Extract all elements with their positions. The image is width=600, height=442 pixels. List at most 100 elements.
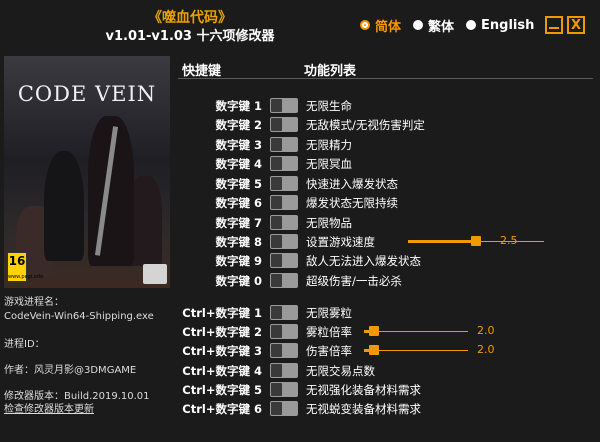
- lang-option-simplified[interactable]: 简体: [360, 16, 401, 35]
- cheat-label: 无限雾粒: [306, 306, 352, 320]
- value-slider[interactable]: [364, 326, 468, 336]
- function-column-header: 功能列表: [304, 64, 357, 79]
- cheat-toggle[interactable]: [270, 382, 298, 397]
- hotkey-label: 数字键 8: [215, 235, 262, 249]
- check-update-link[interactable]: 检查修改器版本更新: [4, 403, 94, 416]
- cheat-toggle[interactable]: [270, 363, 298, 378]
- cover-logo: CODE VEIN: [17, 82, 157, 106]
- lang-label-traditional: 繁体: [428, 19, 455, 35]
- cheat-row: 数字键 6 爆发状态无限持续: [178, 193, 593, 212]
- cheat-label: 无限生命: [306, 99, 352, 113]
- cheat-row: Ctrl+数字键 4 无限交易点数: [178, 361, 593, 380]
- cheat-toggle[interactable]: [270, 401, 298, 416]
- cheat-label: 无限交易点数: [306, 364, 375, 378]
- hotkey-label: Ctrl+数字键 4: [182, 364, 262, 378]
- cheat-label: 无视蜕变装备材料需求: [306, 402, 421, 416]
- build-version: 修改器版本：Build.2019.10.01: [4, 391, 150, 402]
- cheat-toggle[interactable]: [270, 253, 298, 268]
- cheat-toggle[interactable]: [270, 324, 298, 339]
- cheat-toggle[interactable]: [270, 343, 298, 358]
- cover-character: [44, 151, 84, 261]
- hotkey-label: Ctrl+数字键 5: [182, 383, 262, 397]
- cheat-row: 数字键 4 无限冥血: [178, 154, 593, 173]
- radio-icon: [413, 20, 424, 30]
- minimize-button[interactable]: [545, 16, 563, 34]
- hotkey-label: 数字键 9: [215, 254, 262, 268]
- cheat-toggle[interactable]: [270, 98, 298, 113]
- lang-option-english[interactable]: English: [466, 18, 534, 33]
- hotkey-label: 数字键 5: [215, 177, 262, 191]
- radio-icon: [466, 20, 477, 30]
- cheat-label: 快速进入爆发状态: [306, 177, 398, 191]
- cheat-label: 伤害倍率: [306, 344, 352, 358]
- game-title: 《噬血代码》: [148, 10, 232, 26]
- radio-selected-icon: [360, 20, 370, 30]
- language-selector: 简体 繁体 English: [360, 14, 546, 36]
- hotkey-label: Ctrl+数字键 1: [182, 306, 262, 320]
- cheat-row: 数字键 5 快速进入爆发状态: [178, 174, 593, 193]
- game-cover-image: CODE VEIN 16 www.pegi.info: [4, 56, 170, 288]
- hotkey-label: Ctrl+数字键 3: [182, 344, 262, 358]
- header-divider: [178, 78, 593, 79]
- lang-label-english: English: [481, 17, 535, 33]
- cheat-toggle[interactable]: [270, 156, 298, 171]
- hotkey-label: 数字键 6: [215, 196, 262, 210]
- cheat-label: 超级伤害/一击必杀: [306, 274, 402, 288]
- process-name: CodeVein-Win64-Shipping.exe: [4, 311, 154, 322]
- hotkey-label: Ctrl+数字键 6: [182, 402, 262, 416]
- slider-thumb[interactable]: [369, 345, 379, 355]
- cheat-toggle[interactable]: [270, 305, 298, 320]
- cheat-row: Ctrl+数字键 6 无视蜕变装备材料需求: [178, 399, 593, 418]
- slider-thumb[interactable]: [471, 236, 481, 246]
- slider-value: 2.0: [477, 343, 495, 356]
- cheat-toggle[interactable]: [270, 117, 298, 132]
- pid-label: 进程ID：: [4, 339, 45, 350]
- lang-label-simplified: 简体: [375, 19, 402, 35]
- cheat-label: 无限物品: [306, 216, 352, 230]
- cheat-row: 数字键 3 无限精力: [178, 135, 593, 154]
- hotkey-label: 数字键 2: [215, 118, 262, 132]
- slider-thumb[interactable]: [369, 326, 379, 336]
- cheat-label: 敌人无法进入爆发状态: [306, 254, 421, 268]
- cheat-toggle[interactable]: [270, 195, 298, 210]
- cheat-row: 数字键 2 无敌模式/无视伤害判定: [178, 115, 593, 134]
- publisher-logo: [143, 264, 167, 284]
- hotkey-label: 数字键 4: [215, 157, 262, 171]
- value-slider[interactable]: [408, 236, 544, 246]
- cheat-label: 雾粒倍率: [306, 325, 352, 339]
- cheat-label: 无限精力: [306, 138, 352, 152]
- slider-value: 2.5: [500, 234, 518, 247]
- age-rating-number: 16: [8, 254, 26, 268]
- hotkey-label: 数字键 1: [215, 99, 262, 113]
- hotkey-column-header: 快捷键: [182, 64, 222, 79]
- age-rating-site: www.pegi.info: [8, 274, 44, 280]
- cheat-row: Ctrl+数字键 2 雾粒倍率 2.0: [178, 322, 593, 341]
- process-label: 游戏进程名：: [4, 297, 64, 308]
- cheat-toggle[interactable]: [270, 137, 298, 152]
- version-title: v1.01-v1.03 十六项修改器: [105, 29, 275, 44]
- hotkey-label: 数字键 0: [215, 274, 262, 288]
- title-block: 《噬血代码》 v1.01-v1.03 十六项修改器: [70, 8, 310, 46]
- close-button[interactable]: X: [567, 16, 585, 34]
- cheat-label: 设置游戏速度: [306, 235, 375, 249]
- hotkey-label: Ctrl+数字键 2: [182, 325, 262, 339]
- author-text: 作者：风灵月影@3DMGAME: [4, 365, 137, 376]
- cheat-row: 数字键 7 无限物品: [178, 213, 593, 232]
- age-rating-badge: 16 www.pegi.info: [7, 252, 44, 282]
- slider-value: 2.0: [477, 324, 495, 337]
- cheat-label: 无敌模式/无视伤害判定: [306, 118, 425, 132]
- cheat-label: 爆发状态无限持续: [306, 196, 398, 210]
- cheat-label: 无限冥血: [306, 157, 352, 171]
- close-icon: X: [570, 17, 582, 33]
- value-slider[interactable]: [364, 345, 468, 355]
- hotkey-label: 数字键 7: [215, 216, 262, 230]
- cheat-row: Ctrl+数字键 5 无视强化装备材料需求: [178, 380, 593, 399]
- cheat-row: Ctrl+数字键 1 无限雾粒: [178, 303, 593, 322]
- cheat-toggle[interactable]: [270, 215, 298, 230]
- hotkey-label: 数字键 3: [215, 138, 262, 152]
- cheat-row: 数字键 9 敌人无法进入爆发状态: [178, 251, 593, 270]
- cheat-toggle[interactable]: [270, 176, 298, 191]
- lang-option-traditional[interactable]: 繁体: [413, 16, 454, 35]
- cheat-toggle[interactable]: [270, 234, 298, 249]
- cheat-toggle[interactable]: [270, 273, 298, 288]
